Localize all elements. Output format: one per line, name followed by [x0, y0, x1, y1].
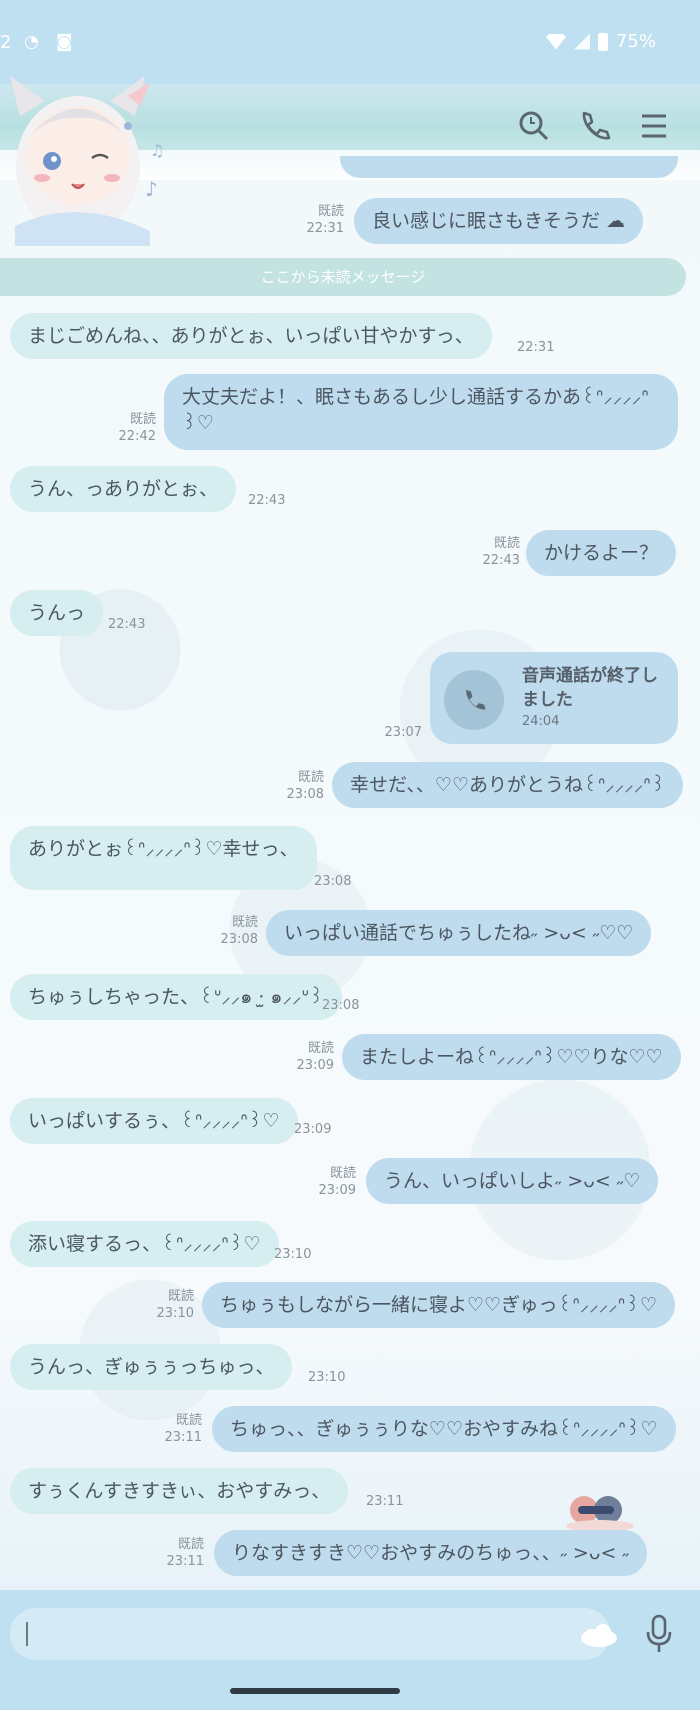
message-time: 23:11 — [366, 1494, 404, 1509]
message-bubble[interactable]: いっぱいするぅ、꒰ᐢ⸝⸝⸝⸝ᐢ꒱♡ — [10, 1098, 298, 1144]
call-title: 音声通話が終了しました — [522, 666, 658, 710]
message-bubble[interactable]: うんっ — [10, 590, 104, 636]
message-bubble[interactable]: うん、っありがとぉ、 — [10, 466, 237, 512]
message-bubble-partial[interactable] — [340, 156, 678, 178]
message-meta: 既読 23:11 — [166, 1537, 204, 1569]
message-time: 22:43 — [248, 493, 286, 508]
character-sticker — [566, 1496, 634, 1532]
message-bubble[interactable]: ちゅぅしちゃった、꒰ᐡ⸝⸝๑ ·̫ ๑⸝⸝ᐡ꒱ — [10, 974, 342, 1020]
message-bubble[interactable]: ありがとぉ꒰ᐢ⸝⸝⸝⸝ᐢ꒱♡幸せっ、 — [10, 826, 317, 890]
message-time: 23:07 — [384, 725, 422, 740]
message-time: 23:10 — [308, 1370, 346, 1385]
message-time: 22:31 — [517, 340, 555, 355]
message-bubble[interactable]: またしよーね꒰ᐢ⸝⸝⸝⸝ᐢ꒱♡♡りな♡♡ — [342, 1034, 681, 1080]
message-bubble[interactable]: かけるよー？ — [526, 530, 677, 576]
status-right: 75% — [545, 31, 656, 52]
message-meta: 既読 23:09 — [318, 1166, 356, 1198]
battery-icon — [597, 32, 608, 51]
message-bubble[interactable]: 大丈夫だよ！、眠さもあるし少し通話するかあ꒰ᐢ⸝⸝⸝⸝ᐢ꒱♡ — [164, 374, 678, 450]
cloud-icon[interactable] — [575, 1622, 619, 1648]
unread-divider: ここから未読メッセージ — [0, 258, 686, 296]
message-bubble[interactable]: うんっ、ぎゅぅぅっちゅっ、 — [10, 1344, 293, 1390]
phone-icon — [444, 670, 504, 730]
svg-text:♪: ♪ — [145, 177, 158, 201]
message-meta: 既読 23:09 — [296, 1041, 334, 1073]
search-icon[interactable] — [516, 108, 552, 144]
message-meta: 既読 22:42 — [118, 412, 156, 444]
message-bubble[interactable]: まじごめんね、、ありがとぉ、いっぱい甘やかすっ、 — [10, 313, 492, 359]
chat-bubble-icon: ◔ — [24, 32, 39, 52]
message-bubble[interactable]: 幸せだ、、♡♡ありがとうね꒰ᐢ⸝⸝⸝⸝ᐢ꒱ — [332, 762, 684, 808]
signal-icon — [573, 33, 590, 50]
avatar-sticker: ♪ ♫ — [10, 76, 164, 246]
battery-percent: 75% — [615, 31, 656, 52]
message-meta: 既読 22:31 — [306, 204, 344, 236]
message-bubble[interactable]: ちゅぅもしながら一緒に寝よ♡♡ぎゅっ꒰ᐢ⸝⸝⸝⸝ᐢ꒱♡ — [202, 1282, 676, 1328]
message-time: 22:43 — [108, 617, 146, 632]
instagram-icon: ◙ — [56, 32, 73, 52]
message-bubble[interactable]: いっぱい通話でちゅぅしたね˶ >ᴗ< ˶♡♡ — [266, 910, 652, 956]
message-bubble[interactable]: うん、いっぱいしよ˶ >ᴗ< ˶♡ — [366, 1158, 659, 1204]
home-indicator[interactable] — [230, 1688, 400, 1694]
message-meta: 既読 23:10 — [156, 1289, 194, 1321]
message-meta: 既読 23:11 — [164, 1413, 202, 1445]
message-meta: 既読 22:43 — [482, 536, 520, 568]
call-ended-card[interactable]: 音声通話が終了しました 24:04 — [430, 652, 678, 744]
text-caret — [26, 1622, 28, 1646]
message-time: 23:08 — [314, 874, 352, 889]
message-bubble[interactable]: りなすきすき♡♡おやすみのちゅっ、、˶ >ᴗ< ˶ — [214, 1530, 647, 1576]
message-time: 23:08 — [322, 998, 360, 1013]
message-bubble[interactable]: 良い感じに眠さもきそうだ ☁ — [354, 198, 644, 244]
phone-icon[interactable] — [576, 108, 612, 144]
message-time: 23:09 — [294, 1122, 332, 1137]
message-time: 23:10 — [274, 1247, 312, 1262]
wifi-icon — [545, 33, 566, 50]
message-bubble[interactable]: すぅくんすきすきぃ、おやすみっ、 — [10, 1468, 349, 1514]
message-meta: 既読 23:08 — [220, 915, 258, 947]
microphone-icon[interactable] — [644, 1614, 674, 1654]
message-bubble[interactable]: ちゅっ、、ぎゅぅぅりな♡♡おやすみね꒰ᐢ⸝⸝⸝⸝ᐢ꒱♡ — [212, 1406, 676, 1452]
message-bubble[interactable]: 添い寝するっ、꒰ᐢ⸝⸝⸝⸝ᐢ꒱♡ — [10, 1221, 279, 1267]
message-input[interactable] — [10, 1608, 617, 1660]
message-meta: 既読 23:08 — [286, 770, 324, 802]
svg-text:♫: ♫ — [150, 141, 164, 160]
status-time: 2 — [0, 32, 12, 53]
call-duration: 24:04 — [522, 714, 560, 729]
menu-icon[interactable] — [636, 108, 672, 144]
